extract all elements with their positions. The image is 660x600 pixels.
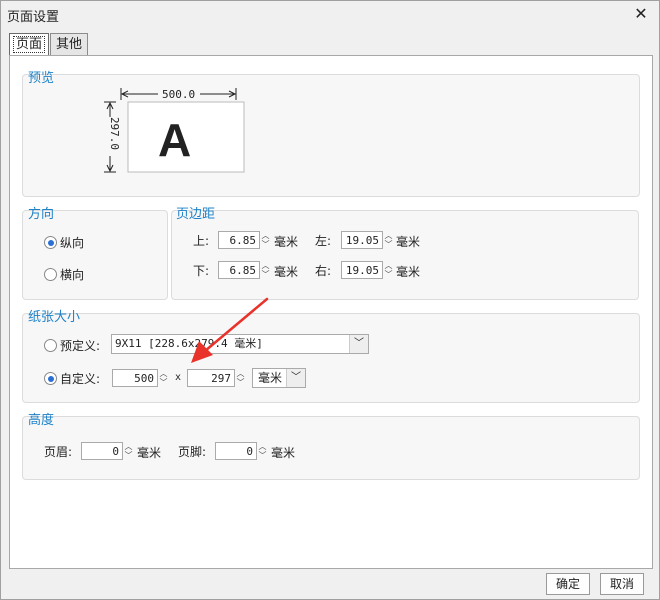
chevron-up-icon[interactable]: ︿ bbox=[383, 261, 394, 270]
margin-bottom-label: 下: bbox=[193, 264, 210, 278]
orientation-group bbox=[22, 210, 168, 300]
margin-bottom-unit: 毫米 bbox=[274, 265, 299, 279]
margin-top-spinner[interactable]: ︿ ﹀ bbox=[260, 231, 271, 249]
margin-right-input[interactable]: 19.05 bbox=[341, 261, 383, 279]
paper-size-group bbox=[22, 313, 640, 403]
landscape-label: 横向 bbox=[60, 268, 85, 282]
annotation-arrow bbox=[191, 297, 269, 363]
preview-height-label: 297.0 bbox=[108, 116, 122, 151]
margin-top-label: 上: bbox=[193, 234, 210, 248]
chevron-down-icon[interactable]: ﹀ bbox=[257, 451, 268, 460]
margins-group-label: 页边距 bbox=[176, 207, 216, 222]
chevron-down-icon[interactable]: ﹀ bbox=[349, 335, 368, 353]
orientation-group-label: 方向 bbox=[28, 207, 55, 222]
header-height-unit: 毫米 bbox=[137, 446, 162, 460]
title-bar: 页面设置 ✕ bbox=[1, 1, 659, 27]
margin-bottom-input[interactable]: 6.85 bbox=[218, 261, 260, 279]
footer-label: 页脚: bbox=[178, 445, 207, 459]
margin-right-label: 右: bbox=[315, 264, 332, 278]
cancel-button[interactable]: 取消 bbox=[600, 573, 644, 595]
landscape-radio[interactable] bbox=[44, 268, 57, 281]
header-height-input[interactable]: 0 bbox=[81, 442, 123, 460]
margin-right-spinner[interactable]: ︿ ﹀ bbox=[383, 261, 394, 279]
custom-width-spinner[interactable]: ︿ ﹀ bbox=[158, 369, 169, 387]
margin-left-label: 左: bbox=[315, 234, 332, 248]
close-icon[interactable]: ✕ bbox=[631, 4, 651, 24]
custom-label: 自定义: bbox=[60, 372, 101, 386]
chevron-up-icon[interactable]: ︿ bbox=[383, 231, 394, 240]
height-group-label: 高度 bbox=[28, 413, 55, 428]
predefined-radio[interactable] bbox=[44, 339, 57, 352]
chevron-down-icon[interactable]: ﹀ bbox=[286, 369, 305, 387]
footer-height-unit: 毫米 bbox=[271, 446, 296, 460]
times-sign: x bbox=[175, 372, 182, 383]
margin-bottom-spinner[interactable]: ︿ ﹀ bbox=[260, 261, 271, 279]
margin-right-unit: 毫米 bbox=[396, 265, 421, 279]
custom-radio[interactable] bbox=[44, 372, 57, 385]
margin-top-unit: 毫米 bbox=[274, 235, 299, 249]
paper-size-group-label: 纸张大小 bbox=[28, 310, 81, 325]
preview-width-label: 500.0 bbox=[160, 88, 198, 101]
portrait-radio[interactable] bbox=[44, 236, 57, 249]
chevron-down-icon[interactable]: ﹀ bbox=[158, 378, 169, 387]
dialog-title: 页面设置 bbox=[7, 10, 60, 25]
chevron-up-icon[interactable]: ︿ bbox=[257, 442, 268, 451]
chevron-down-icon[interactable]: ﹀ bbox=[123, 451, 134, 460]
page-setup-dialog: 页面设置 ✕ 页面 其他 预览 500.0 297.0 A 方向 纵向 横向 页… bbox=[0, 0, 660, 600]
chevron-down-icon[interactable]: ﹀ bbox=[383, 270, 394, 279]
chevron-down-icon[interactable]: ﹀ bbox=[260, 270, 271, 279]
ok-button[interactable]: 确定 bbox=[546, 573, 590, 595]
portrait-label: 纵向 bbox=[60, 236, 85, 250]
preview-letter: A bbox=[158, 114, 192, 166]
chevron-up-icon[interactable]: ︿ bbox=[260, 231, 271, 240]
tab-other[interactable]: 其他 bbox=[50, 33, 88, 55]
tab-panel: 预览 500.0 297.0 A 方向 纵向 横向 页边距 上: 6.85 ︿ … bbox=[9, 55, 653, 569]
margin-left-input[interactable]: 19.05 bbox=[341, 231, 383, 249]
chevron-down-icon[interactable]: ﹀ bbox=[235, 378, 246, 387]
chevron-up-icon[interactable]: ︿ bbox=[260, 261, 271, 270]
header-height-spinner[interactable]: ︿ ﹀ bbox=[123, 442, 134, 460]
predefined-label: 预定义: bbox=[60, 339, 101, 353]
chevron-down-icon[interactable]: ﹀ bbox=[260, 240, 271, 249]
custom-unit-value: 毫米 bbox=[258, 371, 283, 385]
margin-top-input[interactable]: 6.85 bbox=[218, 231, 260, 249]
chevron-up-icon[interactable]: ︿ bbox=[158, 369, 169, 378]
margins-group bbox=[171, 210, 639, 300]
chevron-down-icon[interactable]: ﹀ bbox=[383, 240, 394, 249]
custom-width-input[interactable]: 500 bbox=[112, 369, 158, 387]
margin-left-spinner[interactable]: ︿ ﹀ bbox=[383, 231, 394, 249]
tab-page-label: 页面 bbox=[12, 36, 45, 53]
preview-group-label: 预览 bbox=[28, 71, 55, 86]
footer-height-spinner[interactable]: ︿ ﹀ bbox=[257, 442, 268, 460]
footer-height-input[interactable]: 0 bbox=[215, 442, 257, 460]
tab-page[interactable]: 页面 bbox=[9, 33, 49, 56]
margin-left-unit: 毫米 bbox=[396, 235, 421, 249]
header-label: 页眉: bbox=[44, 445, 73, 459]
chevron-up-icon[interactable]: ︿ bbox=[123, 442, 134, 451]
tab-other-label: 其他 bbox=[55, 37, 82, 52]
